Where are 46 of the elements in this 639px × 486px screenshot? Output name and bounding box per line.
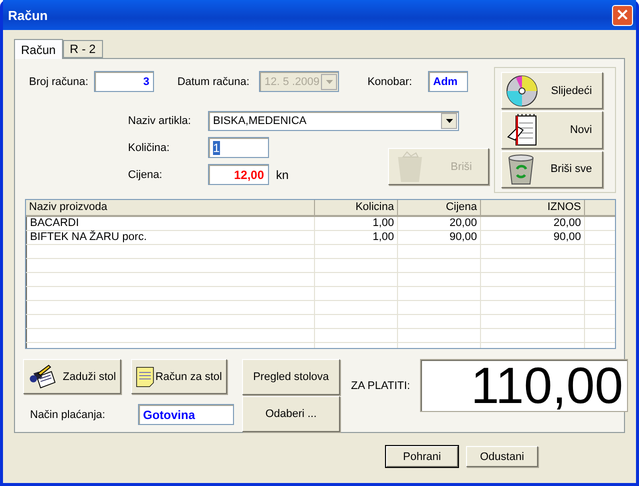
table-view-button[interactable]: Pregled stolova [242, 359, 340, 395]
waiter-field[interactable]: Adm [428, 71, 468, 92]
table-cell-text: 1,00 [372, 231, 395, 245]
table-cell-text: 20,00 [448, 217, 478, 231]
dialog-button[interactable]: Pohrani [386, 446, 458, 467]
tab[interactable]: Račun [14, 39, 63, 59]
table-view-button[interactable]: Odaberi ... [242, 396, 340, 432]
field-label: Količina: [128, 142, 171, 154]
column-header[interactable]: Kolicina [315, 200, 398, 215]
tab[interactable]: R - 2 [62, 40, 103, 58]
table-action-button[interactable]: Račun za stol [131, 359, 227, 394]
field-label: Cijena: [128, 168, 164, 180]
table-cell-text: BACARDI [29, 217, 80, 231]
field-label: Način plaćanja: [30, 408, 106, 420]
side-button[interactable]: Slijedeći [501, 72, 603, 110]
table-cell-text: 90,00 [552, 231, 582, 245]
wastebasket-icon [395, 150, 425, 182]
dialog-button[interactable]: Odustani [466, 446, 538, 467]
disc-icon [506, 74, 538, 107]
side-button[interactable]: Novi [501, 111, 603, 149]
total-amount: 110,00 [420, 359, 628, 412]
table-cell-text: 20,00 [552, 217, 582, 231]
window-title: Račun [8, 8, 48, 22]
field-label: Datum računa: [177, 76, 250, 88]
field-label: Konobar: [367, 76, 412, 88]
field-label: Naziv artikla: [128, 115, 192, 127]
table-action-button[interactable]: Zaduži stol [23, 359, 121, 394]
column-header[interactable]: Naziv proizvoda [26, 200, 315, 215]
article-combo[interactable]: BISKA,MEDENICA [208, 111, 459, 131]
close-button[interactable]: × [612, 4, 633, 26]
table-cell-text: 90,00 [448, 231, 478, 245]
notepad-icon [506, 112, 538, 147]
recycle-bin-icon [506, 153, 536, 186]
table-cell-text: 1,00 [372, 217, 395, 231]
field-label: Broj računa: [29, 76, 88, 88]
column-header[interactable]: Cijena [398, 200, 481, 215]
total-label: ZA PLATITI: [351, 380, 410, 392]
currency-label: kn [276, 168, 289, 182]
side-button[interactable]: Briši sve [501, 150, 603, 188]
table-cell-text: BIFTEK NA ŽARU porc. [29, 231, 148, 245]
price-field[interactable]: 12,00 [208, 164, 269, 185]
invoice-number-field[interactable]: 3 [94, 71, 154, 92]
quantity-field[interactable]: 1 [208, 137, 269, 158]
payment-field[interactable]: Gotovina [138, 404, 234, 425]
column-header[interactable]: IZNOS [481, 200, 585, 215]
hand-writing-icon [28, 362, 57, 390]
